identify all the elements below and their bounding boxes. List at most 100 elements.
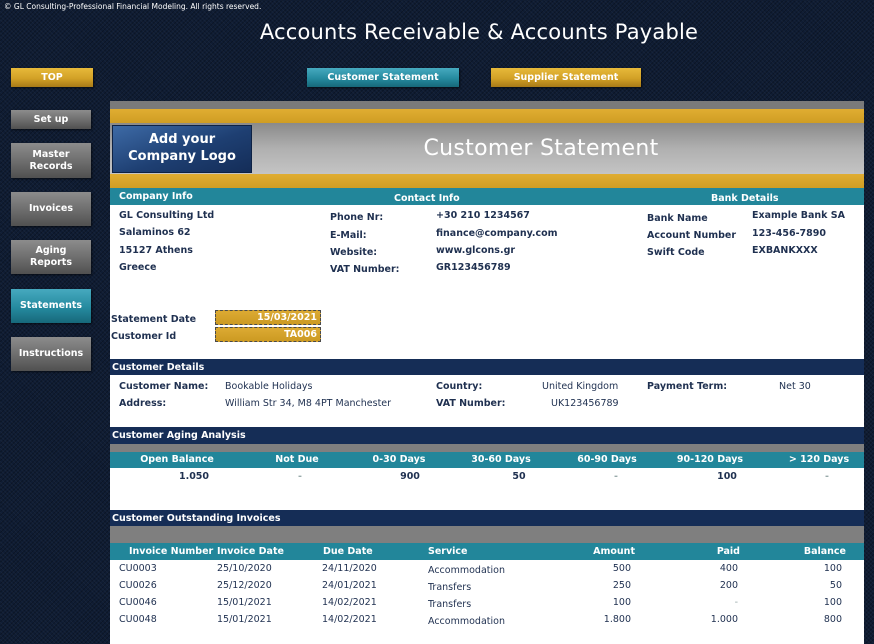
aging-gray-band — [110, 444, 864, 452]
aging-value-0-30: 900 — [400, 471, 420, 482]
cell-invoice-date: 15/01/2021 — [217, 614, 272, 625]
email-label: E-Mail: — [330, 230, 367, 241]
aging-col-90-120: 90-120 Days — [676, 454, 744, 465]
invoices-gray-band — [110, 526, 864, 543]
statement-date-label: Statement Date — [111, 314, 197, 325]
cell-due-date: 24/11/2020 — [322, 563, 377, 574]
payment-term-label: Payment Term: — [647, 381, 728, 392]
aging-col-0-30: 0-30 Days — [372, 454, 426, 465]
customer-name-label: Customer Name: — [119, 381, 209, 392]
website-value: www.glcons.gr — [436, 245, 516, 256]
cell-invoice-number: CU0026 — [119, 580, 157, 591]
customer-id-input[interactable]: TA006 — [215, 327, 321, 342]
aging-col-open-balance: Open Balance — [140, 454, 214, 465]
cell-invoice-number: CU0048 — [119, 614, 157, 625]
aging-col-not-due: Not Due — [275, 454, 319, 465]
company-name: GL Consulting Ltd — [119, 210, 215, 221]
statement-title: Customer Statement — [423, 136, 659, 161]
invoices-col-invoice-number: Invoice Number — [129, 546, 214, 557]
customer-vat-label: VAT Number: — [436, 398, 506, 409]
customer-details-heading: Customer Details — [112, 362, 205, 373]
customer-name-value: Bookable Holidays — [225, 381, 313, 392]
sidebar-item-master-records[interactable]: Master Records — [11, 143, 91, 178]
cell-balance: 800 — [823, 614, 842, 625]
aging-value-60-90: - — [614, 471, 618, 482]
invoices-col-due-date: Due Date — [323, 546, 373, 557]
invoices-col-paid: Paid — [716, 546, 740, 557]
cell-invoice-number: CU0003 — [119, 563, 157, 574]
top-button[interactable]: TOP — [11, 68, 93, 87]
account-number-value: 123-456-7890 — [752, 228, 826, 239]
aging-col-60-90: 60-90 Days — [577, 454, 637, 465]
cell-paid: - — [734, 597, 738, 608]
contact-info-heading: Contact Info — [394, 193, 460, 204]
gold-band-bottom — [110, 174, 864, 188]
bank-name-value: Example Bank SA — [752, 210, 845, 221]
cell-balance: 50 — [829, 580, 842, 591]
sidebar-item-instructions[interactable]: Instructions — [11, 337, 91, 371]
bank-name-label: Bank Name — [647, 213, 708, 224]
customer-vat-value: UK123456789 — [551, 398, 619, 409]
customer-statement-button[interactable]: Customer Statement — [307, 68, 459, 87]
payment-term-value: Net 30 — [779, 381, 811, 392]
cell-paid: 200 — [719, 580, 738, 591]
cell-balance: 100 — [823, 597, 842, 608]
cell-invoice-number: CU0046 — [119, 597, 157, 608]
account-number-label: Account Number — [647, 230, 737, 241]
company-city: 15127 Athens — [119, 245, 193, 256]
app-title: Accounts Receivable & Accounts Payable — [259, 20, 699, 44]
bank-details-heading: Bank Details — [711, 193, 779, 204]
invoices-col-service: Service — [428, 546, 468, 557]
outstanding-invoices-heading: Customer Outstanding Invoices — [112, 513, 281, 524]
cell-amount: 250 — [612, 580, 631, 591]
phone-value: +30 210 1234567 — [436, 210, 530, 221]
aging-col-over-120: > 120 Days — [788, 454, 850, 465]
company-street: Salaminos 62 — [119, 227, 191, 238]
cell-service: Transfers — [428, 599, 472, 610]
cell-due-date: 14/02/2021 — [322, 614, 377, 625]
gold-band-top — [110, 109, 864, 123]
company-country: Greece — [119, 262, 157, 273]
cell-amount: 1.800 — [603, 614, 631, 625]
customer-country-value: United Kingdom — [542, 381, 619, 392]
aging-value-30-60: 50 — [512, 471, 526, 482]
supplier-statement-button[interactable]: Supplier Statement — [491, 68, 641, 87]
aging-value-not-due: - — [298, 471, 302, 482]
top-gray-band — [110, 101, 864, 109]
cell-due-date: 14/02/2021 — [322, 597, 377, 608]
logo-line-1: Add your — [148, 132, 216, 148]
cell-paid: 1.000 — [710, 614, 738, 625]
customer-country-label: Country: — [436, 381, 483, 392]
sidebar-item-setup[interactable]: Set up — [11, 110, 91, 129]
sidebar-item-statements[interactable]: Statements — [11, 289, 91, 323]
sidebar-item-aging-reports[interactable]: Aging Reports — [11, 240, 91, 274]
website-label: Website: — [330, 247, 378, 258]
statement-date-input[interactable]: 15/03/2021 — [215, 310, 321, 325]
swift-code-value: EXBANKXXX — [752, 245, 818, 256]
invoices-col-invoice-date: Invoice Date — [217, 546, 284, 557]
invoices-col-balance: Balance — [803, 546, 846, 557]
cell-invoice-date: 15/01/2021 — [217, 597, 272, 608]
cell-amount: 100 — [612, 597, 631, 608]
logo-line-2: Company Logo — [128, 149, 236, 164]
vat-value: GR123456789 — [436, 262, 511, 273]
customer-address-value: William Str 34, M8 4PT Manchester — [225, 398, 392, 409]
aging-value-over-120: - — [825, 471, 829, 482]
aging-col-30-60: 30-60 Days — [471, 454, 531, 465]
aging-value-90-120: 100 — [717, 471, 737, 482]
company-logo-placeholder[interactable]: Add your Company Logo — [112, 125, 252, 173]
cell-balance: 100 — [823, 563, 842, 574]
aging-analysis-heading: Customer Aging Analysis — [112, 430, 246, 441]
cell-service: Accommodation — [428, 565, 505, 576]
cell-service: Accommodation — [428, 616, 505, 627]
cell-paid: 400 — [719, 563, 738, 574]
invoices-col-amount: Amount — [593, 546, 635, 557]
copyright-notice: © GL Consulting-Professional Financial M… — [4, 2, 262, 11]
cell-amount: 500 — [612, 563, 631, 574]
cell-invoice-date: 25/10/2020 — [217, 563, 272, 574]
sidebar-item-invoices[interactable]: Invoices — [11, 192, 91, 226]
customer-details-bar — [110, 359, 864, 375]
cell-invoice-date: 25/12/2020 — [217, 580, 272, 591]
customer-address-label: Address: — [119, 398, 167, 409]
cell-service: Transfers — [428, 582, 472, 593]
